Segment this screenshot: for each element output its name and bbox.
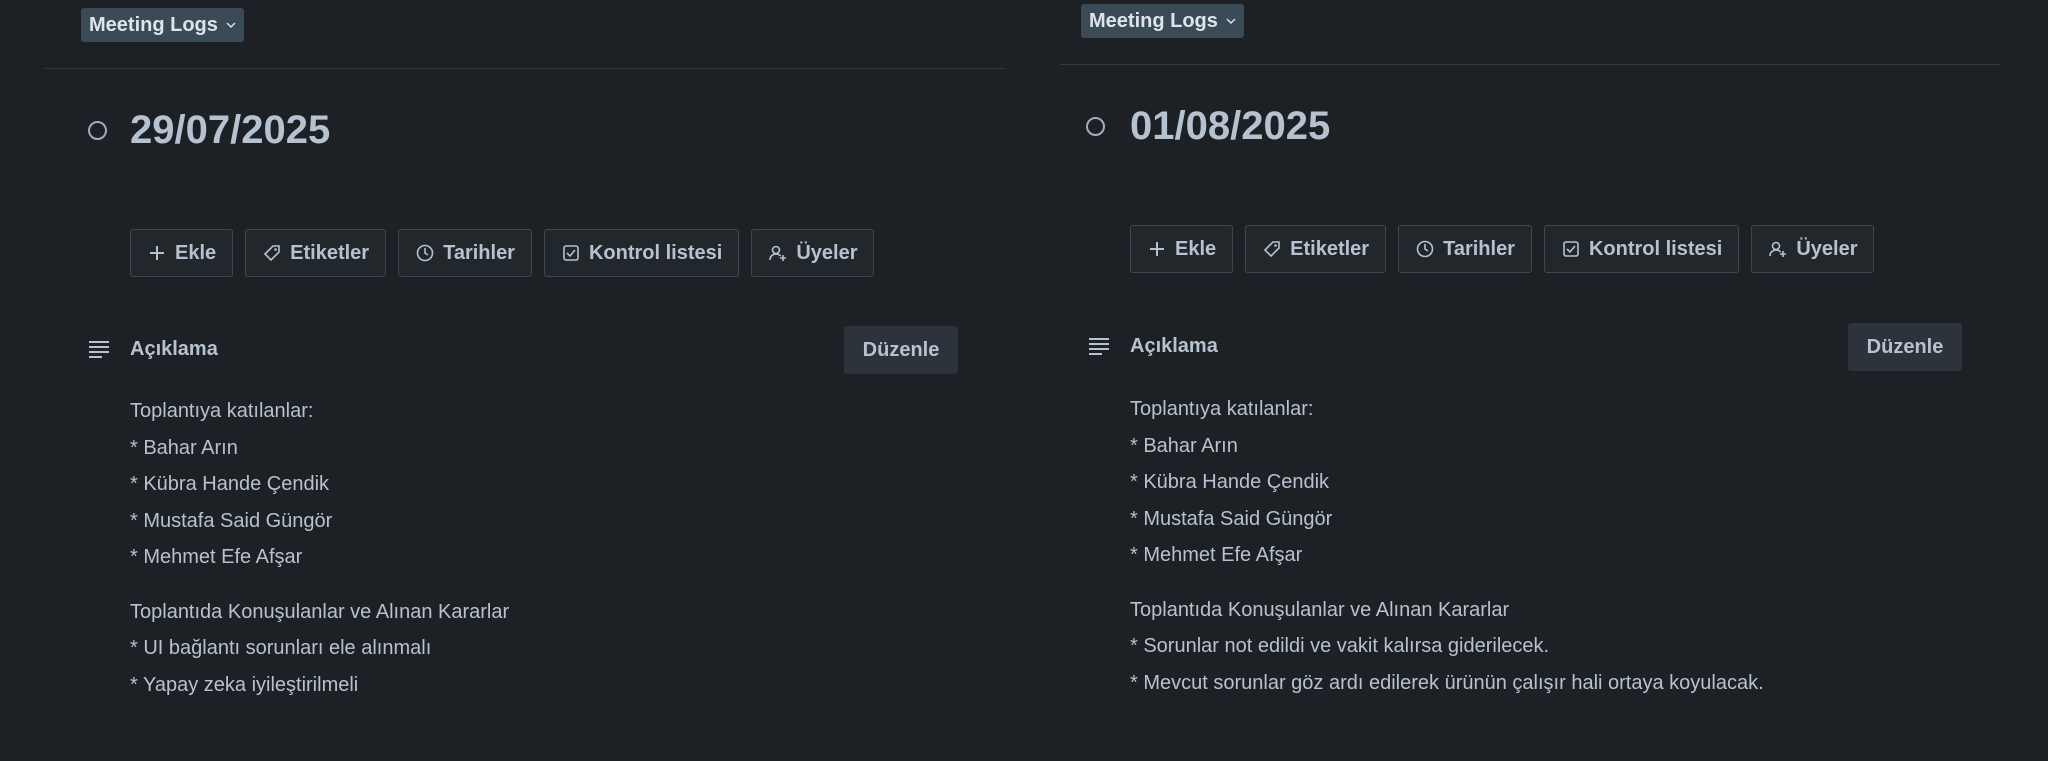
card-panel-left: Meeting Logs 29/07/2025 Ekle Etiketler T… <box>0 0 1010 761</box>
header-divider <box>1060 64 2000 65</box>
attendees-heading: Toplantıya katılanlar: <box>130 400 314 422</box>
checklist-icon <box>563 245 579 261</box>
add-button[interactable]: Ekle <box>1130 225 1234 273</box>
attendee-item: * Kübra Hande Çendik <box>1130 471 1330 493</box>
attendee-item: * Kübra Hande Çendik <box>130 473 330 495</box>
description-body[interactable]: Toplantıya katılanlar: * Bahar Arın * Kü… <box>1130 391 1764 701</box>
dates-button[interactable]: Tarihler <box>398 229 532 277</box>
complete-toggle-icon[interactable] <box>88 121 107 140</box>
card-panel-right: Meeting Logs 01/08/2025 Ekle Etiketler T… <box>1010 0 2048 761</box>
list-name: Meeting Logs <box>89 13 218 36</box>
chevron-down-icon <box>226 22 236 28</box>
list-selector[interactable]: Meeting Logs <box>1081 4 1244 38</box>
members-button[interactable]: Üyeler <box>1751 225 1875 273</box>
members-button[interactable]: Üyeler <box>751 229 875 277</box>
description-icon <box>89 341 109 358</box>
checklist-label: Kontrol listesi <box>588 241 723 264</box>
attendee-item: * Mehmet Efe Afşar <box>130 546 303 568</box>
clock-icon <box>416 244 434 262</box>
list-selector[interactable]: Meeting Logs <box>81 8 244 42</box>
attendees-heading: Toplantıya katılanlar: <box>1130 398 1314 420</box>
tag-icon <box>264 245 280 262</box>
header-divider <box>45 68 1005 69</box>
add-label: Ekle <box>175 241 217 264</box>
decision-item: * Sorunlar not edildi ve vakit kalırsa g… <box>1130 635 1550 657</box>
card-title[interactable]: 29/07/2025 <box>130 108 330 153</box>
decision-item: * UI bağlantı sorunları ele alınmalı <box>130 637 432 659</box>
attendee-item: * Bahar Arın <box>130 436 238 459</box>
attendee-item: * Mehmet Efe Afşar <box>1130 544 1303 566</box>
list-name: Meeting Logs <box>1089 9 1218 32</box>
description-heading: Açıklama <box>130 338 218 360</box>
description-icon <box>1089 338 1109 355</box>
add-button[interactable]: Ekle <box>130 229 234 277</box>
tag-icon <box>1264 241 1280 258</box>
plus-icon <box>1150 242 1164 256</box>
description-body[interactable]: Toplantıya katılanlar: * Bahar Arın * Kü… <box>130 393 509 703</box>
attendee-item: * Mustafa Said Güngör <box>130 509 333 532</box>
labels-label: Etiketler <box>290 241 370 264</box>
card-title[interactable]: 01/08/2025 <box>1130 104 1330 149</box>
add-member-icon <box>1769 241 1787 257</box>
dates-button[interactable]: Tarihler <box>1398 225 1532 273</box>
complete-toggle-icon[interactable] <box>1086 117 1105 136</box>
labels-button[interactable]: Etiketler <box>245 229 387 277</box>
members-label: Üyeler <box>1796 237 1858 260</box>
decision-item: * Mevcut sorunlar göz ardı edilerek ürün… <box>1130 671 1764 694</box>
chevron-down-icon <box>1226 18 1236 24</box>
attendee-item: * Mustafa Said Güngör <box>1130 507 1333 530</box>
add-member-icon <box>769 245 787 261</box>
attendee-item: * Bahar Arın <box>1130 434 1238 457</box>
labels-button[interactable]: Etiketler <box>1245 225 1387 273</box>
checklist-icon <box>1563 241 1579 257</box>
checklist-label: Kontrol listesi <box>1588 237 1723 260</box>
plus-icon <box>150 246 164 260</box>
dates-label: Tarihler <box>443 241 515 264</box>
decisions-heading: Toplantıda Konuşulanlar ve Alınan Kararl… <box>130 600 510 623</box>
edit-description-button[interactable]: Düzenle <box>844 326 958 374</box>
clock-icon <box>1416 240 1434 258</box>
decisions-heading: Toplantıda Konuşulanlar ve Alınan Kararl… <box>1130 598 1510 621</box>
members-label: Üyeler <box>796 241 858 264</box>
dates-label: Tarihler <box>1443 237 1515 260</box>
labels-label: Etiketler <box>1290 237 1370 260</box>
checklist-button[interactable]: Kontrol listesi <box>1543 225 1740 273</box>
card-actions: Ekle Etiketler Tarihler Kontrol listesi … <box>130 229 875 277</box>
checklist-button[interactable]: Kontrol listesi <box>543 229 740 277</box>
add-label: Ekle <box>1175 237 1217 260</box>
card-actions: Ekle Etiketler Tarihler Kontrol listesi … <box>1130 225 1875 273</box>
decision-item: * Yapay zeka iyileştirilmeli <box>130 673 359 696</box>
description-heading: Açıklama <box>1130 335 1218 357</box>
edit-description-button[interactable]: Düzenle <box>1848 323 1962 371</box>
